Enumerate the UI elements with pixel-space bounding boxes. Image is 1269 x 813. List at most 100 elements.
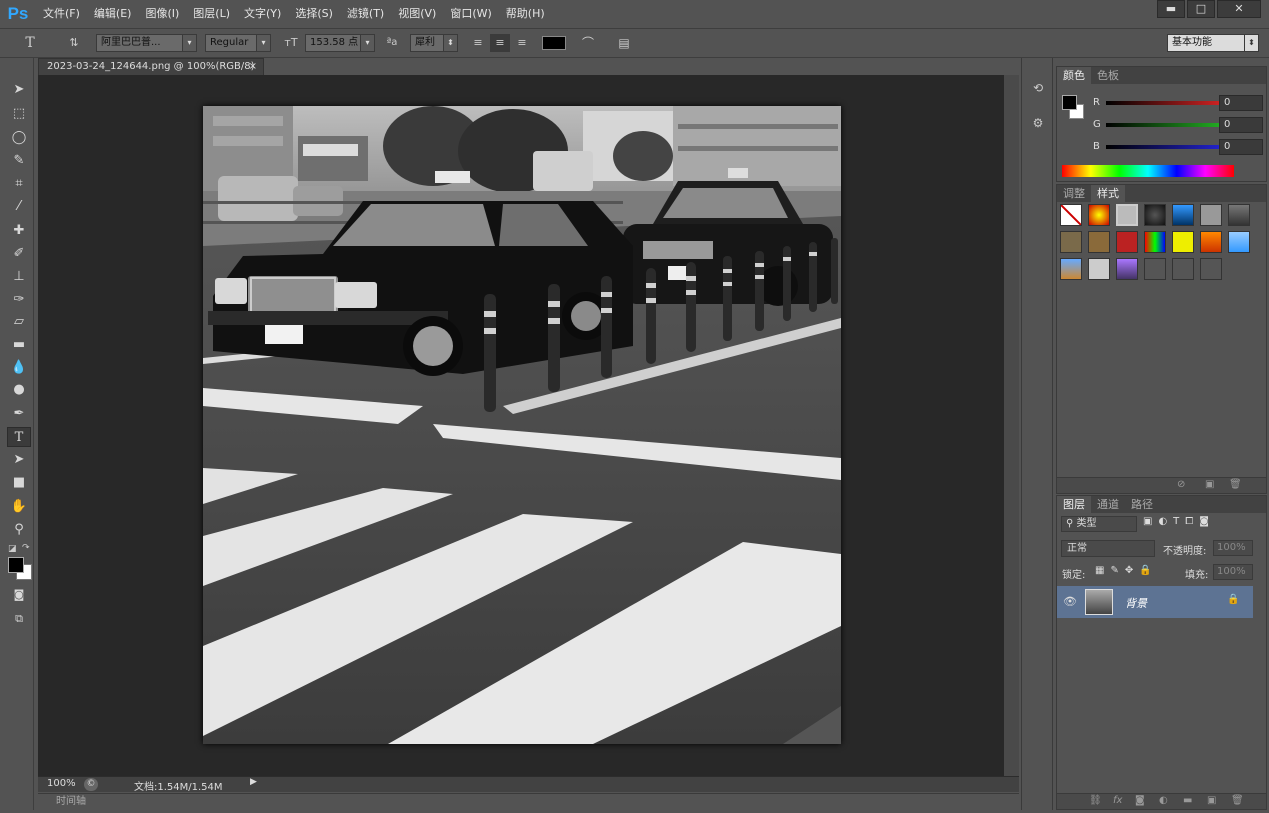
close-tab-icon[interactable]: × [249, 59, 257, 75]
menu-image[interactable]: 图像(I) [138, 0, 186, 28]
layer-row-background[interactable]: 👁 背景 🔒 [1057, 586, 1253, 618]
pen-tool-icon[interactable]: ✒ [7, 404, 31, 424]
path-select-tool-icon[interactable]: ➤ [7, 450, 31, 470]
style-swatch[interactable] [1172, 231, 1194, 253]
document-image[interactable] [203, 106, 841, 744]
menu-edit[interactable]: 编辑(E) [87, 0, 139, 28]
style-swatch[interactable] [1116, 204, 1138, 226]
style-swatch[interactable] [1200, 204, 1222, 226]
move-tool-icon[interactable]: ➤ [7, 80, 31, 100]
workspace-select[interactable]: 基本功能 ⬍ [1167, 34, 1259, 52]
quick-select-tool-icon[interactable]: ✎ [7, 151, 31, 171]
blue-value-field[interactable]: 0 [1219, 139, 1263, 155]
style-swatch[interactable] [1060, 258, 1082, 280]
type-tool-icon[interactable]: T [7, 427, 31, 447]
font-family-select[interactable]: 阿里巴巴普... ▾ [96, 34, 197, 52]
style-swatch[interactable] [1144, 258, 1166, 280]
fill-field[interactable]: 100% [1213, 564, 1253, 580]
tab-adjustments[interactable]: 调整 [1057, 185, 1091, 202]
eyedropper-tool-icon[interactable]: ⁄ [7, 197, 31, 217]
history-panel-icon[interactable]: ⟲ [1028, 78, 1048, 98]
default-colors-icon[interactable]: ◪ [8, 544, 17, 554]
red-slider[interactable]: R 0 [1093, 95, 1263, 113]
add-mask-icon[interactable]: ◙ [1135, 795, 1145, 806]
blue-slider[interactable]: B 0 [1093, 139, 1263, 157]
style-swatch[interactable] [1144, 231, 1166, 253]
align-left-icon[interactable]: ≡ [468, 34, 488, 52]
share-icon[interactable]: © [84, 778, 98, 791]
lock-icons[interactable]: ▦✎✥🔒 [1095, 565, 1158, 576]
menu-view[interactable]: 视图(V) [391, 0, 443, 28]
new-layer-icon[interactable]: ▣ [1207, 795, 1216, 806]
healing-brush-tool-icon[interactable]: ✚ [7, 221, 31, 241]
close-button[interactable]: ✕ [1217, 0, 1261, 18]
new-style-icon[interactable]: ▣ [1205, 479, 1214, 490]
tab-paths[interactable]: 路径 [1125, 496, 1159, 513]
status-menu-arrow-icon[interactable]: ▶ [250, 777, 257, 787]
style-swatch[interactable] [1088, 231, 1110, 253]
green-slider[interactable]: G 0 [1093, 117, 1263, 135]
warp-text-icon[interactable]: ⌒ [578, 34, 598, 52]
opacity-field[interactable]: 100% [1213, 540, 1253, 556]
style-swatch[interactable] [1088, 204, 1110, 226]
align-right-icon[interactable]: ≡ [512, 34, 532, 52]
menu-layer[interactable]: 图层(L) [186, 0, 237, 28]
new-group-icon[interactable]: ▬ [1183, 795, 1192, 806]
screen-mode-icon[interactable]: ⧉ [7, 609, 31, 629]
dodge-tool-icon[interactable]: ● [7, 380, 31, 400]
maximize-button[interactable]: □ [1187, 0, 1215, 18]
swap-colors-icon[interactable]: ↷ [22, 543, 30, 553]
hand-tool-icon[interactable]: ✋ [7, 497, 31, 517]
tab-color[interactable]: 颜色 [1057, 67, 1091, 84]
menu-filter[interactable]: 滤镜(T) [340, 0, 391, 28]
style-swatch-none[interactable] [1060, 204, 1082, 226]
style-swatch[interactable] [1228, 231, 1250, 253]
adjustment-layer-icon[interactable]: ◐ [1159, 795, 1168, 806]
font-size-select[interactable]: 153.58 点 ▾ [305, 34, 375, 52]
history-brush-tool-icon[interactable]: ✑ [7, 290, 31, 310]
style-swatch[interactable] [1144, 204, 1166, 226]
menu-help[interactable]: 帮助(H) [499, 0, 552, 28]
properties-panel-icon[interactable]: ⚙ [1028, 113, 1048, 133]
text-orientation-icon[interactable]: ⇅ [64, 34, 84, 52]
style-swatch[interactable] [1116, 258, 1138, 280]
style-swatch[interactable] [1200, 258, 1222, 280]
style-swatch[interactable] [1172, 258, 1194, 280]
zoom-tool-icon[interactable]: ⚲ [7, 520, 31, 540]
tab-channels[interactable]: 通道 [1091, 496, 1125, 513]
menu-window[interactable]: 窗口(W) [443, 0, 498, 28]
link-layers-icon[interactable]: ⛓ [1089, 795, 1102, 806]
layer-filter-select[interactable]: ⚲ 类型 [1061, 516, 1137, 532]
foreground-color-chip[interactable] [1062, 95, 1077, 110]
shape-tool-icon[interactable]: ■ [7, 473, 31, 493]
eye-icon[interactable]: 👁 [1063, 595, 1077, 608]
zoom-level[interactable]: 100% [47, 778, 76, 789]
green-slider-track[interactable] [1106, 123, 1220, 127]
trash-icon[interactable]: 🗑 [1229, 479, 1242, 490]
brush-tool-icon[interactable]: ✐ [7, 244, 31, 264]
align-center-icon[interactable]: ≡ [490, 34, 510, 52]
menu-file[interactable]: 文件(F) [36, 0, 87, 28]
timeline-panel[interactable]: 时间轴 [38, 793, 1019, 810]
foreground-color-swatch[interactable] [8, 557, 24, 573]
layer-filter-icons[interactable]: ▣◐T⧠◙ [1143, 516, 1215, 527]
type-tool-preset-icon[interactable]: T [20, 34, 40, 52]
text-color-swatch[interactable] [542, 36, 566, 50]
menu-select[interactable]: 选择(S) [288, 0, 340, 28]
minimize-button[interactable]: ▬ [1157, 0, 1185, 18]
character-panel-icon[interactable]: ▤ [614, 34, 634, 52]
eraser-tool-icon[interactable]: ▱ [7, 312, 31, 332]
crop-tool-icon[interactable]: ⌗ [7, 174, 31, 194]
document-tab[interactable]: 2023-03-24_124644.png @ 100%(RGB/8) × [38, 58, 264, 76]
menu-type[interactable]: 文字(Y) [237, 0, 288, 28]
antialias-select[interactable]: 犀利 ⬍ [410, 34, 458, 52]
marquee-tool-icon[interactable]: ⬚ [7, 104, 31, 124]
red-value-field[interactable]: 0 [1219, 95, 1263, 111]
style-swatch[interactable] [1060, 231, 1082, 253]
layer-name[interactable]: 背景 [1125, 595, 1147, 611]
style-swatch[interactable] [1172, 204, 1194, 226]
red-slider-track[interactable] [1106, 101, 1220, 105]
clear-style-icon[interactable]: ⊘ [1177, 479, 1185, 490]
blue-slider-track[interactable] [1106, 145, 1220, 149]
vertical-scrollbar[interactable] [1004, 75, 1019, 777]
